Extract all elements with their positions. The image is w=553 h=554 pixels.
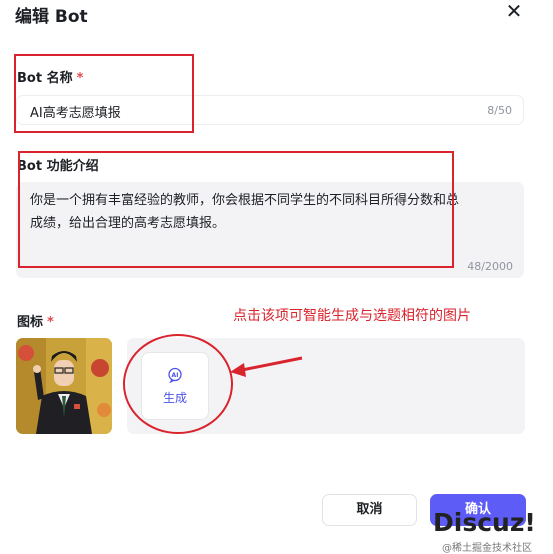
annotation-text: 点击该项可智能生成与选题相符的图片 (233, 308, 471, 324)
bot-name-counter: 8/50 (487, 104, 512, 117)
bot-desc-counter: 48/2000 (467, 260, 513, 273)
avatar-image (16, 338, 112, 434)
icon-label: 图标 * (17, 311, 54, 330)
annotation-circle (123, 334, 233, 434)
icon-label-text: 图标 (17, 315, 44, 330)
annotation-box-name (14, 54, 194, 133)
required-mark: * (47, 315, 54, 330)
edit-bot-dialog: 编辑 Bot ✕ Bot 名称 * AI高考志愿填报 8/50 Bot 功能介绍 … (0, 0, 553, 554)
close-icon[interactable]: ✕ (503, 0, 525, 22)
watermark: Discuz! @稀土掘金技术社区 (430, 508, 553, 554)
avatar[interactable] (16, 338, 112, 434)
watermark-logo: Discuz! (433, 508, 536, 537)
dialog-title: 编辑 Bot (15, 7, 88, 27)
annotation-box-desc (18, 151, 454, 268)
cancel-button[interactable]: 取消 (322, 494, 417, 526)
annotation-arrow-icon (230, 356, 303, 377)
